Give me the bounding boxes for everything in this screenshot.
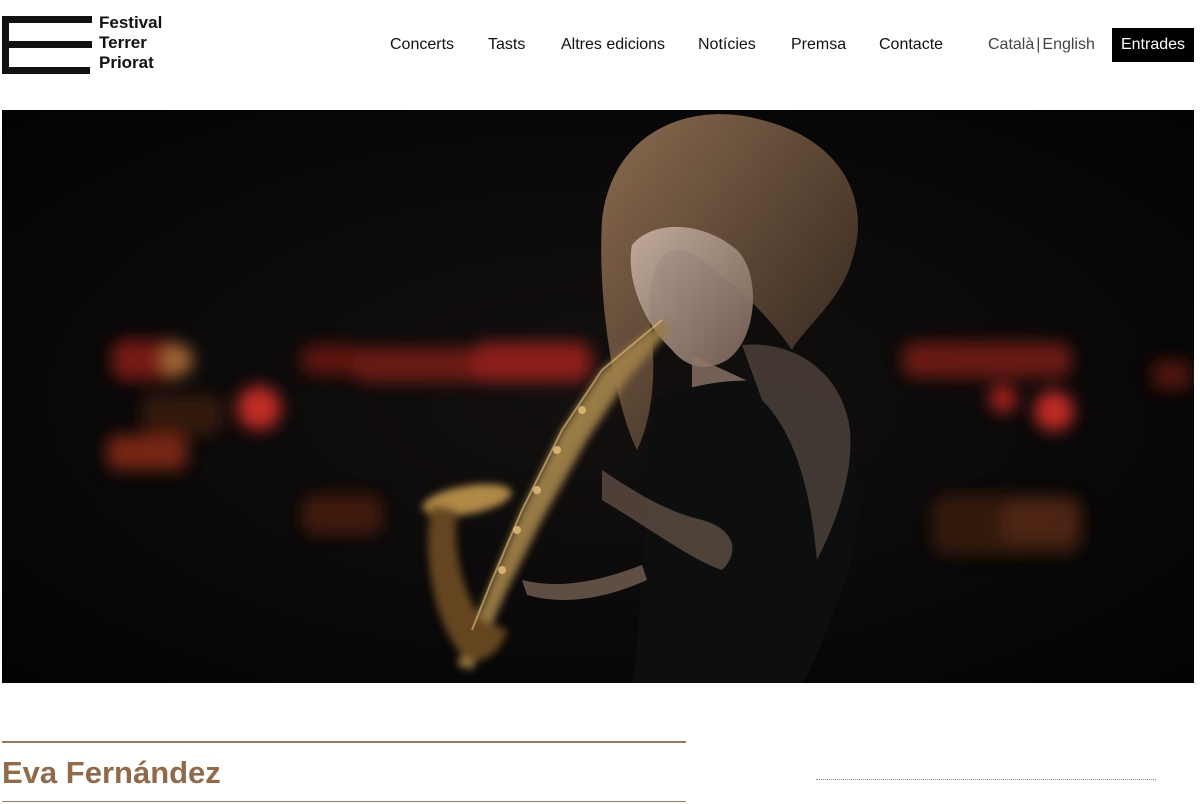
language-switcher: Català | English bbox=[988, 34, 1095, 56]
artist-name-heading: Eva Fernández bbox=[2, 755, 221, 790]
nav-item-premsa[interactable]: Premsa bbox=[791, 34, 846, 56]
title-divider-bottom bbox=[2, 801, 686, 802]
lang-catala-link[interactable]: Català bbox=[988, 36, 1034, 53]
hero-photo bbox=[2, 110, 1194, 683]
logo-line-1: Festival bbox=[99, 13, 163, 32]
logo-line-3: Priorat bbox=[99, 53, 154, 72]
sidebar-divider bbox=[816, 779, 1156, 780]
nav-item-contacte[interactable]: Contacte bbox=[879, 34, 943, 56]
nav-item-tasts[interactable]: Tasts bbox=[488, 34, 525, 56]
nav-item-altres-edicions[interactable]: Altres edicions bbox=[561, 34, 665, 56]
title-divider-top bbox=[2, 741, 686, 743]
hero-image-saxophonist bbox=[2, 110, 1194, 683]
page: Festival Terrer Priorat Concerts Tasts A… bbox=[0, 0, 1200, 804]
tickets-button[interactable]: Entrades bbox=[1112, 28, 1194, 62]
nav-item-concerts[interactable]: Concerts bbox=[390, 34, 454, 56]
nav-item-noticies[interactable]: Notícies bbox=[698, 34, 756, 56]
lang-english-link[interactable]: English bbox=[1042, 36, 1094, 53]
site-header: Festival Terrer Priorat Concerts Tasts A… bbox=[0, 0, 1200, 92]
